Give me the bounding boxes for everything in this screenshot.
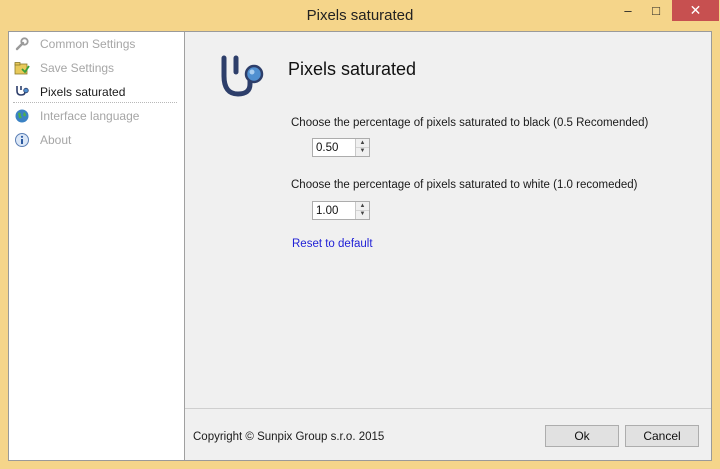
sidebar-divider	[13, 102, 177, 103]
globe-icon	[15, 109, 29, 123]
stethoscope-icon	[16, 86, 29, 96]
info-icon	[15, 133, 29, 147]
white-saturation-spinner[interactable]: 1.00 ▲ ▼	[312, 201, 370, 220]
spinner-down-button[interactable]: ▼	[356, 210, 369, 218]
sidebar-item-label: Pixels saturated	[40, 85, 126, 99]
sidebar-item-label: Save Settings	[40, 61, 115, 75]
window-client: Common Settings Save Settings Pixels sat…	[8, 31, 712, 461]
settings-panel: Pixels saturated Choose the percentage o…	[185, 32, 711, 408]
sidebar-item-about[interactable]: About	[9, 129, 179, 151]
copyright-text: Copyright © Sunpix Group s.r.o. 2015	[193, 431, 385, 443]
sidebar-item-label: Common Settings	[40, 37, 136, 51]
black-saturation-label: Choose the percentage of pixels saturate…	[291, 117, 649, 129]
white-saturation-label: Choose the percentage of pixels saturate…	[291, 179, 638, 191]
spinner-down-button[interactable]: ▼	[356, 147, 369, 155]
black-saturation-value[interactable]: 0.50	[316, 142, 338, 154]
spinner-buttons: ▲ ▼	[355, 139, 369, 156]
title-bar[interactable]: Pixels saturated – □ ✕	[0, 0, 720, 31]
sidebar-item-pixels-saturated[interactable]: Pixels saturated	[9, 81, 179, 103]
reset-to-default-link[interactable]: Reset to default	[292, 238, 373, 250]
save-folder-icon	[14, 62, 30, 75]
cancel-button[interactable]: Cancel	[625, 425, 699, 447]
sidebar-item-interface-language[interactable]: Interface language	[9, 105, 179, 127]
sidebar-item-save-settings[interactable]: Save Settings	[9, 57, 179, 79]
footer-bar: Copyright © Sunpix Group s.r.o. 2015 Ok …	[185, 408, 711, 461]
sidebar-item-common-settings[interactable]: Common Settings	[9, 33, 179, 55]
stethoscope-icon	[221, 55, 264, 97]
minimize-button[interactable]: –	[614, 0, 642, 21]
app-window: Pixels saturated – □ ✕ Common Settings S…	[0, 0, 720, 469]
wrench-icon	[15, 37, 29, 51]
maximize-button[interactable]: □	[642, 0, 670, 21]
sidebar-item-label: About	[40, 133, 72, 147]
black-saturation-spinner[interactable]: 0.50 ▲ ▼	[312, 138, 370, 157]
ok-button[interactable]: Ok	[545, 425, 619, 447]
close-button[interactable]: ✕	[672, 0, 719, 21]
white-saturation-value[interactable]: 1.00	[316, 205, 338, 217]
sidebar: Common Settings Save Settings Pixels sat…	[9, 32, 185, 460]
sidebar-item-label: Interface language	[40, 109, 140, 123]
spinner-buttons: ▲ ▼	[355, 202, 369, 219]
page-title: Pixels saturated	[288, 59, 417, 79]
window-title: Pixels saturated	[306, 7, 414, 24]
